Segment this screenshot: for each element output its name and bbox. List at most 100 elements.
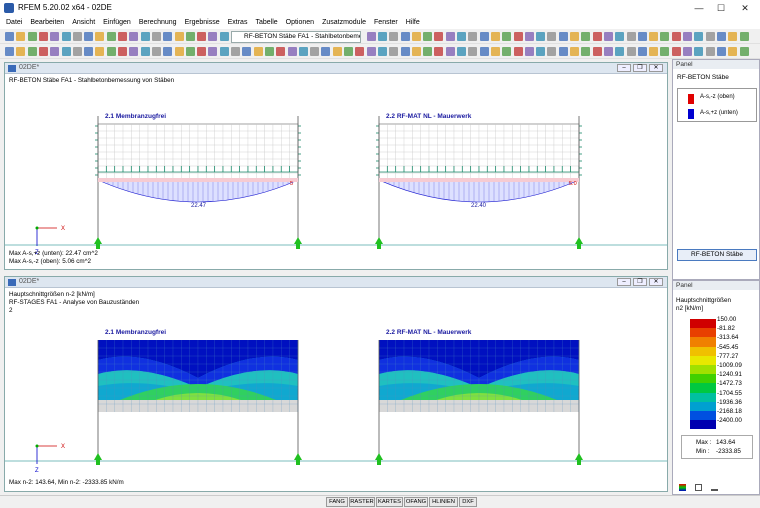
toolbar-icon[interactable] <box>434 32 444 41</box>
toolbar-icon[interactable] <box>570 32 579 41</box>
toolbar-icon[interactable] <box>185 32 195 41</box>
toolbar-icon[interactable] <box>253 47 263 56</box>
filter-icon[interactable] <box>711 484 718 491</box>
toolbar-icon[interactable] <box>400 47 410 56</box>
status-dxf[interactable]: DXF <box>459 497 477 507</box>
menu-tabelle[interactable]: Tabelle <box>255 17 277 29</box>
toolbar-icon[interactable] <box>118 32 127 41</box>
toolbar-icon[interactable] <box>355 47 365 56</box>
toolbar-icon[interactable] <box>298 47 308 56</box>
toolbar-icon[interactable] <box>264 47 274 56</box>
toolbar-icon[interactable] <box>694 32 704 41</box>
toolbar-icon[interactable] <box>332 47 342 56</box>
status-hlinien[interactable]: HLINIEN <box>429 497 458 507</box>
toolbar-icon[interactable] <box>129 47 139 56</box>
toolbar-icon[interactable] <box>739 32 749 41</box>
toolbar-icon[interactable] <box>615 32 625 41</box>
toolbar-icon[interactable] <box>84 32 94 41</box>
toolbar-icon[interactable] <box>50 32 60 41</box>
toolbar-icon[interactable] <box>513 32 523 41</box>
toolbar-icon[interactable] <box>197 32 207 41</box>
toolbar-icon[interactable] <box>27 47 37 56</box>
toolbar-icon[interactable] <box>705 32 715 41</box>
toolbar-icon[interactable] <box>434 47 444 56</box>
toolbar-icon[interactable] <box>50 47 60 56</box>
toolbar-icon[interactable] <box>95 47 105 56</box>
toolbar-icon[interactable] <box>581 32 591 41</box>
toolbar-icon[interactable] <box>163 47 173 56</box>
toolbar-icon[interactable] <box>231 47 240 56</box>
status-kartes[interactable]: KARTES <box>376 497 403 507</box>
toolbar-icon[interactable] <box>490 32 500 41</box>
toolbar-icon[interactable] <box>649 32 659 41</box>
toolbar-icon[interactable] <box>219 32 229 41</box>
toolbar-icon[interactable] <box>423 47 433 56</box>
toolbar-icon[interactable] <box>716 47 726 56</box>
toolbar-icon[interactable] <box>197 47 207 56</box>
toolbar-icon[interactable] <box>490 47 500 56</box>
toolbar-icon[interactable] <box>208 47 218 56</box>
toolbar-icon[interactable] <box>637 32 647 41</box>
toolbar-icon[interactable] <box>27 32 37 41</box>
toolbar-icon[interactable] <box>389 47 399 56</box>
toolbar-icon[interactable] <box>457 47 466 56</box>
toolbar-icon[interactable] <box>276 47 286 56</box>
toolbar-icon[interactable] <box>344 47 353 56</box>
toolbar-icon[interactable] <box>16 32 26 41</box>
toolbar-icon[interactable] <box>174 32 184 41</box>
toolbar-icon[interactable] <box>649 47 659 56</box>
toolbar-icon[interactable] <box>242 47 252 56</box>
toolbar-icon[interactable] <box>411 47 421 56</box>
toolbar-icon[interactable] <box>570 47 579 56</box>
toolbar-icon[interactable] <box>739 47 749 56</box>
maximize-button[interactable]: ☐ <box>710 2 732 15</box>
toolbar-icon[interactable] <box>716 32 726 41</box>
result-combo-select[interactable]: RF-BETON Stäbe FA1 - Stahlbetonbemes <box>231 31 361 43</box>
toolbar-icon[interactable] <box>479 47 489 56</box>
menu-ansicht[interactable]: Ansicht <box>72 17 95 29</box>
toolbar-icon[interactable] <box>468 47 478 56</box>
status-ofang[interactable]: OFANG <box>404 497 428 507</box>
menu-datei[interactable]: Datei <box>6 17 22 29</box>
toolbar-icon[interactable] <box>38 47 48 56</box>
toolbar-icon[interactable] <box>163 32 173 41</box>
toolbar-icon[interactable] <box>547 32 557 41</box>
menu-einfuegen[interactable]: Einfügen <box>103 17 131 29</box>
toolbar-icon[interactable] <box>468 32 478 41</box>
toolbar-icon[interactable] <box>310 47 320 56</box>
menu-bearbeiten[interactable]: Bearbeiten <box>30 17 64 29</box>
toolbar-icon[interactable] <box>445 32 455 41</box>
top-view-close-button[interactable]: ✕ <box>649 64 663 72</box>
toolbar-icon[interactable] <box>502 32 512 41</box>
toolbar-icon[interactable] <box>603 32 613 41</box>
toolbar-icon[interactable] <box>457 32 466 41</box>
toolbar-icon[interactable] <box>728 32 738 41</box>
toolbar-icon[interactable] <box>151 47 161 56</box>
toolbar-icon[interactable] <box>5 47 14 56</box>
settings-icon[interactable] <box>695 484 702 491</box>
toolbar-icon[interactable] <box>728 47 738 56</box>
toolbar-icon[interactable] <box>592 47 602 56</box>
toolbar-icon[interactable] <box>5 32 14 41</box>
toolbar-icon[interactable] <box>72 47 82 56</box>
toolbar-icon[interactable] <box>38 32 48 41</box>
menu-extras[interactable]: Extras <box>228 17 248 29</box>
toolbar-icon[interactable] <box>106 47 116 56</box>
bottom-view-minimize-button[interactable]: – <box>617 278 631 286</box>
toolbar-icon[interactable] <box>581 47 591 56</box>
toolbar-icon[interactable] <box>683 47 692 56</box>
toolbar-icon[interactable] <box>660 32 670 41</box>
toolbar-icon[interactable] <box>72 32 82 41</box>
menu-optionen[interactable]: Optionen <box>286 17 314 29</box>
menu-fenster[interactable]: Fenster <box>374 17 398 29</box>
toolbar-icon[interactable] <box>536 47 546 56</box>
toolbar-icon[interactable] <box>185 47 195 56</box>
status-raster[interactable]: RASTER <box>349 497 375 507</box>
toolbar-icon[interactable] <box>129 32 139 41</box>
toolbar-icon[interactable] <box>423 32 433 41</box>
toolbar-icon[interactable] <box>400 32 410 41</box>
toolbar-icon[interactable] <box>445 47 455 56</box>
toolbar-icon[interactable] <box>174 47 184 56</box>
top-view-restore-button[interactable]: ❐ <box>633 64 647 72</box>
toolbar-icon[interactable] <box>592 32 602 41</box>
